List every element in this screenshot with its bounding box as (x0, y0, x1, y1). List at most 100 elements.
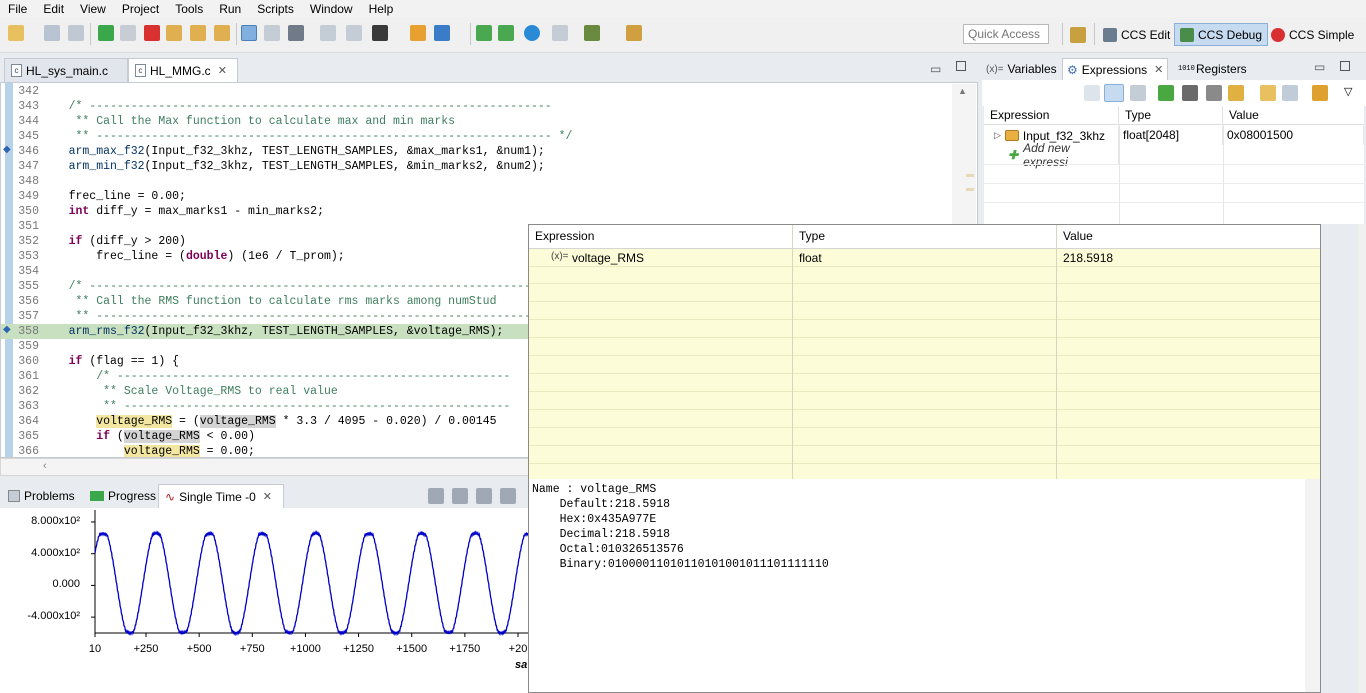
expression-value: 0x08001500 (1223, 126, 1364, 145)
layout-icon[interactable] (1130, 85, 1146, 101)
graph-tool-icon[interactable] (428, 488, 444, 504)
code-text: ** Scale Voltage_RMS to real value (41, 384, 338, 399)
window-icon[interactable] (552, 25, 568, 41)
code-line[interactable]: 348 (1, 174, 961, 189)
load-program-icon[interactable] (288, 25, 304, 41)
code-text: ** Call the Max function to calculate ma… (41, 114, 456, 129)
code-token: if (68, 355, 83, 368)
connect-icon[interactable] (264, 25, 280, 41)
step-return-icon[interactable] (214, 25, 230, 41)
save-icon[interactable] (44, 25, 60, 41)
graph-tool-icon[interactable] (452, 488, 468, 504)
code-line[interactable]: 347 arm_min_f32(Input_f32_3khz, TEST_LEN… (1, 159, 961, 174)
step-over-green-icon[interactable] (498, 25, 514, 41)
pin-icon[interactable] (626, 25, 642, 41)
open-perspective-icon[interactable] (1070, 27, 1086, 43)
collapse-all-icon[interactable] (1084, 85, 1100, 101)
breakpoint-icon[interactable] (320, 25, 336, 41)
step-into-green-icon[interactable] (476, 25, 492, 41)
graph-tool-icon[interactable] (500, 488, 516, 504)
tab-hl-sys-main[interactable]: c HL_sys_main.c (4, 58, 128, 82)
resume-icon[interactable] (98, 25, 114, 41)
refresh-icon[interactable] (524, 25, 540, 41)
maximize-icon[interactable] (1340, 61, 1350, 71)
step-over-icon[interactable] (190, 25, 206, 41)
menu-item[interactable]: Help (361, 1, 402, 17)
expression-name: voltage_RMS (572, 251, 645, 265)
x-tick-label: +1000 (289, 643, 321, 655)
link-icon[interactable] (1104, 84, 1124, 102)
refresh-icon[interactable] (1228, 85, 1244, 101)
export-icon[interactable] (1282, 85, 1298, 101)
graph-tool-icon[interactable] (476, 488, 492, 504)
run-config-icon[interactable] (434, 25, 450, 41)
right-panel-scroll-area (1358, 224, 1366, 693)
menu-item[interactable]: Project (114, 1, 167, 17)
step-into-icon[interactable] (166, 25, 182, 41)
column-header-expression[interactable]: Expression (984, 106, 1119, 125)
sync-icon[interactable] (1312, 85, 1328, 101)
suspend-icon[interactable] (120, 25, 136, 41)
chip-icon[interactable] (372, 25, 388, 41)
tab-single-time[interactable]: ∿ Single Time -0 ✕ (158, 484, 284, 508)
menu-item[interactable]: Scripts (249, 1, 302, 17)
column-header-value[interactable]: Value (1063, 229, 1093, 243)
column-header-type[interactable]: Type (1119, 106, 1223, 125)
code-token: voltage_RMS (199, 415, 276, 428)
perspective-ccs-simple[interactable]: CCS Simple (1266, 23, 1359, 46)
code-line[interactable]: 349 frec_line = 0.00; (1, 189, 961, 204)
column-header-type[interactable]: Type (799, 229, 825, 243)
terminate-icon[interactable] (144, 25, 160, 41)
settings-icon[interactable] (584, 25, 600, 41)
minimize-icon[interactable]: ▭ (930, 62, 941, 76)
code-token: /* -------------------------------------… (41, 100, 552, 113)
single-time-graph[interactable]: 8.000x10² 4.000x10² 0.000 -4.000x10² 10 +250… (0, 508, 528, 693)
tab-hl-mmg[interactable]: c HL_MMG.c ✕ (128, 58, 238, 82)
code-text: arm_rms_f32(Input_f32_3khz, TEST_LENGTH_… (41, 324, 504, 339)
c-file-icon: c (135, 64, 146, 77)
tab-registers[interactable]: 1010 Registers (1174, 58, 1251, 80)
detail-scrollbar[interactable] (1305, 479, 1320, 692)
column-header-value[interactable]: Value (1223, 106, 1364, 125)
code-line[interactable]: 350 int diff_y = max_marks1 - min_marks2… (1, 204, 961, 219)
close-icon[interactable]: ✕ (263, 490, 272, 503)
restart-icon[interactable] (346, 25, 362, 41)
menu-item[interactable]: File (0, 1, 35, 17)
view-menu-icon[interactable]: ▽ (1344, 85, 1352, 98)
maximize-icon[interactable] (956, 61, 966, 71)
tab-expressions[interactable]: ⚙ Expressions ✕ (1062, 58, 1168, 80)
code-line[interactable]: 346 arm_max_f32(Input_f32_3khz, TEST_LEN… (1, 144, 961, 159)
expand-icon[interactable]: ▷ (994, 130, 1001, 141)
close-icon[interactable]: ✕ (218, 64, 227, 77)
column-header-expression[interactable]: Expression (535, 229, 594, 243)
tab-variables[interactable]: (x)= Variables (982, 58, 1061, 80)
instruction-step-icon[interactable] (241, 25, 257, 41)
perspective-ccs-debug[interactable]: CCS Debug (1174, 23, 1269, 46)
menu-item[interactable]: Run (211, 1, 249, 17)
menu-item[interactable]: Tools (167, 1, 211, 17)
new-icon[interactable] (8, 25, 24, 41)
tab-problems[interactable]: Problems (2, 484, 81, 508)
menu-item[interactable]: View (72, 1, 114, 17)
quick-access-input[interactable] (963, 24, 1049, 44)
add-icon[interactable] (1158, 85, 1174, 101)
close-icon[interactable]: ✕ (1154, 63, 1163, 76)
table-row[interactable]: (x)= voltage_RMS float 218.5918 (529, 249, 1320, 267)
perspective-ccs-edit[interactable]: CCS Edit (1098, 23, 1175, 46)
debug-icon[interactable] (410, 25, 426, 41)
minimize-icon[interactable]: ▭ (1314, 60, 1325, 74)
code-line[interactable]: 345 ** ---------------------------------… (1, 129, 961, 144)
variable-hover-popup[interactable]: Expression Type Value (x)= voltage_RMS f… (528, 224, 1321, 693)
line-number: 353 (18, 250, 39, 263)
save-all-icon[interactable] (68, 25, 84, 41)
code-line[interactable]: 344 ** Call the Max function to calculat… (1, 114, 961, 129)
code-line[interactable]: 343 /* ---------------------------------… (1, 99, 961, 114)
code-token: if (68, 235, 83, 248)
tab-progress[interactable]: Progress (84, 484, 162, 508)
menu-item[interactable]: Window (302, 1, 361, 17)
remove-icon[interactable] (1182, 85, 1198, 101)
remove-all-icon[interactable] (1206, 85, 1222, 101)
new-view-icon[interactable] (1260, 85, 1276, 101)
menu-item[interactable]: Edit (35, 1, 72, 17)
code-line[interactable]: 342 (1, 84, 961, 99)
